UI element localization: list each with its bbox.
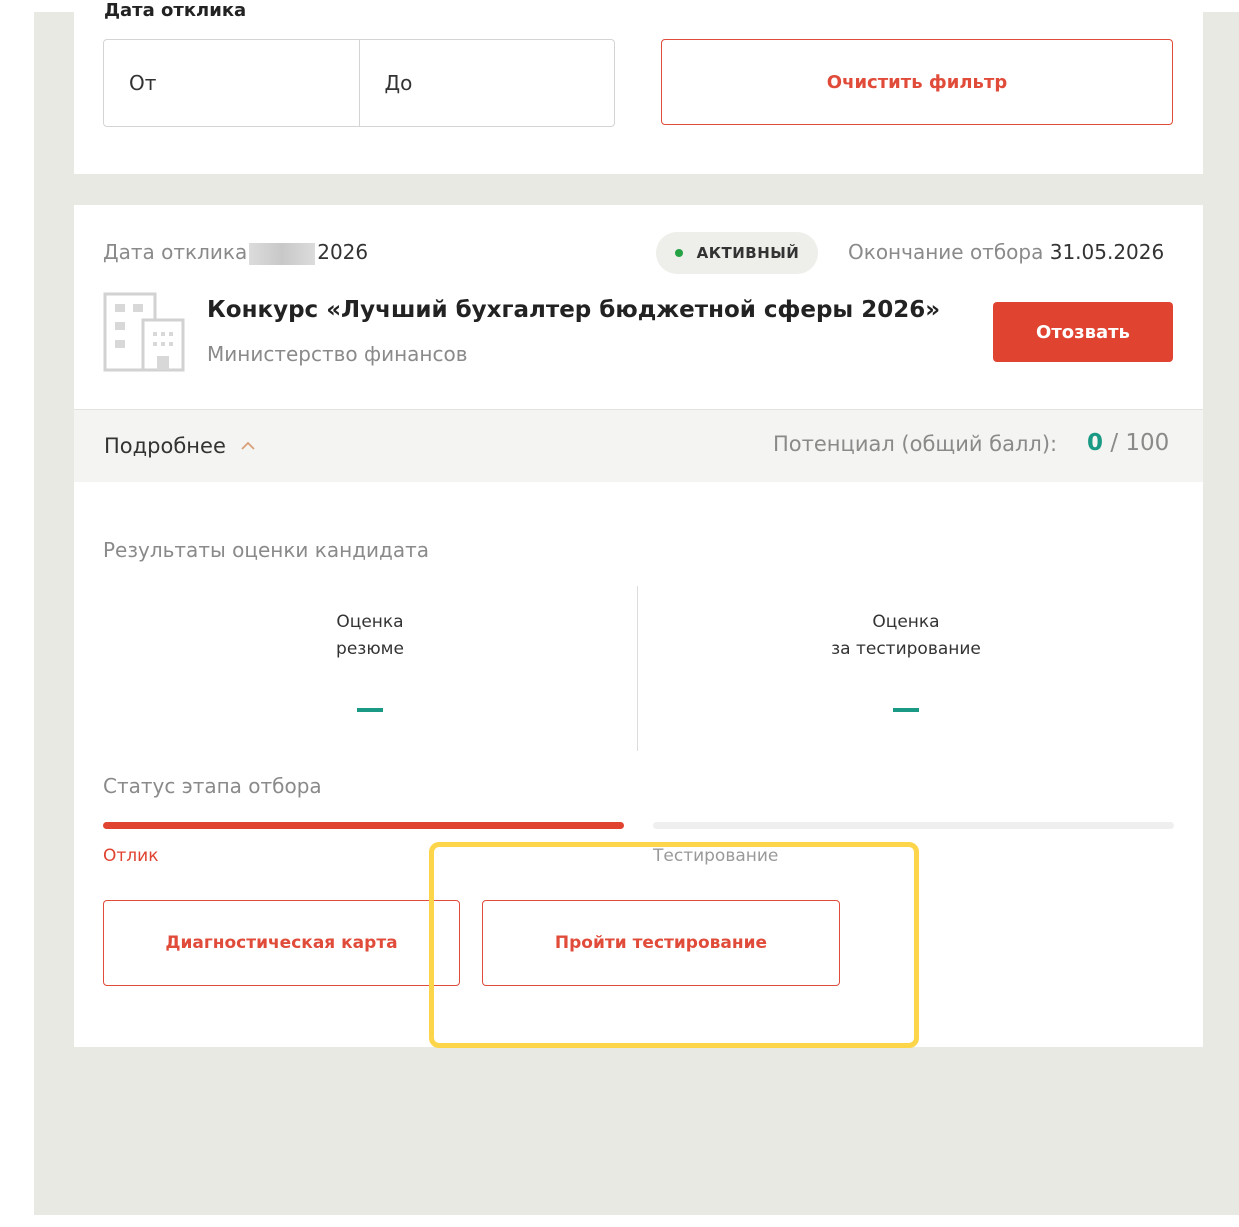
contest-title[interactable]: Конкурс «Лучший бухгалтер бюджетной сфер…: [207, 297, 940, 323]
response-date: Дата отклика 2026: [103, 240, 368, 265]
test-score-label-line2: за тестирование: [831, 639, 981, 659]
potential-label: Потенциал (общий балл):: [773, 432, 1058, 456]
divider: [637, 586, 638, 751]
score-max: / 100: [1110, 430, 1170, 456]
selection-end-label: Окончание отбора: [848, 240, 1044, 264]
revoke-button[interactable]: Отозвать: [993, 302, 1173, 362]
status-dot-icon: [674, 249, 683, 257]
stage-status-title: Статус этапа отбора: [103, 774, 322, 798]
details-toggle[interactable]: Подробнее: [104, 434, 256, 458]
stage-progress-response: [103, 822, 624, 829]
resume-score-label-line1: Оценка: [336, 612, 404, 632]
response-date-year: 2026: [317, 240, 369, 264]
clear-filter-button[interactable]: Очистить фильтр: [661, 39, 1173, 125]
stage-progress-testing: [653, 822, 1174, 829]
filter-title: Дата отклика: [104, 0, 247, 21]
date-to-input[interactable]: До: [358, 40, 615, 126]
stage-current-label: Отлик: [103, 846, 159, 866]
date-from-input[interactable]: От: [104, 40, 359, 126]
date-range-field: От До: [103, 39, 615, 127]
potential-score: 0 / 100: [1087, 430, 1169, 456]
selection-end-date: 31.05.2026: [1049, 240, 1165, 264]
response-date-label: Дата отклика: [103, 240, 248, 264]
building-icon: [103, 292, 185, 372]
status-text: АКТИВНЫЙ: [696, 244, 800, 262]
take-test-button[interactable]: Пройти тестирование: [482, 900, 840, 986]
organization-name: Министерство финансов: [207, 342, 468, 366]
diagnostic-card-button[interactable]: Диагностическая карта: [103, 900, 460, 986]
stage-next-label: Тестирование: [653, 846, 779, 866]
redacted-date: [249, 242, 316, 265]
resume-score-empty: [357, 708, 383, 712]
selection-end: Окончание отбора 31.05.2026: [848, 240, 1164, 264]
test-score-empty: [893, 708, 919, 712]
details-label: Подробнее: [104, 434, 226, 458]
status-badge: АКТИВНЫЙ: [656, 232, 818, 274]
test-score-label-line1: Оценка: [872, 612, 940, 632]
test-score-label: Оценка за тестирование: [639, 609, 1173, 663]
results-title: Результаты оценки кандидата: [103, 538, 430, 562]
score-value: 0: [1087, 430, 1104, 456]
resume-score-label-line2: резюме: [336, 639, 404, 659]
resume-score-label: Оценка резюме: [103, 609, 637, 663]
chevron-up-icon: [241, 441, 255, 450]
